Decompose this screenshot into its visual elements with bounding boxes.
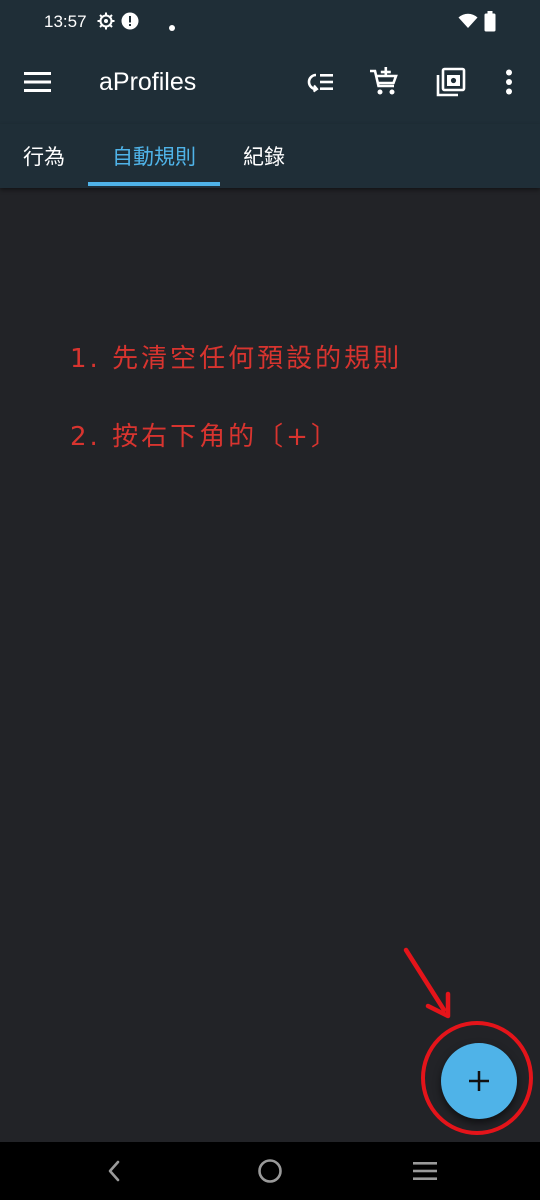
- plus-icon: [469, 1071, 489, 1091]
- home-icon[interactable]: [254, 1155, 286, 1187]
- battery-icon: [484, 11, 496, 36]
- queue-list-icon[interactable]: [304, 66, 336, 98]
- app-title: aProfiles: [99, 68, 197, 96]
- alert-icon: [121, 12, 139, 34]
- status-time: 13:57: [44, 12, 87, 31]
- add-to-cart-icon[interactable]: [368, 66, 400, 98]
- back-icon[interactable]: [98, 1155, 130, 1187]
- gallery-badge-icon[interactable]: [435, 66, 467, 98]
- annotation-step-2: 2. 按右下角的〔+〕: [70, 422, 340, 452]
- tab-bar: 行為 自動規則 紀錄: [0, 124, 540, 188]
- screen: 13:57 aProfiles 行為 自動規則 紀錄 1. 先清空任何預設的規則…: [0, 0, 540, 1200]
- more-vert-icon[interactable]: [493, 66, 525, 98]
- tab-log[interactable]: 紀錄: [220, 124, 308, 188]
- tab-auto-rules[interactable]: 自動規則: [88, 124, 220, 188]
- wifi-icon: [458, 13, 478, 33]
- tab-behaviors[interactable]: 行為: [0, 124, 88, 188]
- menu-icon[interactable]: [22, 66, 54, 98]
- annotation-step-1: 1. 先清空任何預設的規則: [70, 344, 403, 374]
- notification-dot-icon: [168, 17, 176, 36]
- system-nav-bar: [0, 1142, 540, 1200]
- recents-icon[interactable]: [409, 1155, 441, 1187]
- settings-gear-icon: [97, 12, 115, 34]
- add-rule-fab[interactable]: [441, 1043, 517, 1119]
- annotation-arrow-icon: [403, 947, 451, 1019]
- tab-indicator: [88, 182, 220, 186]
- status-bar: 13:57: [0, 0, 540, 44]
- app-bar: aProfiles: [0, 44, 540, 124]
